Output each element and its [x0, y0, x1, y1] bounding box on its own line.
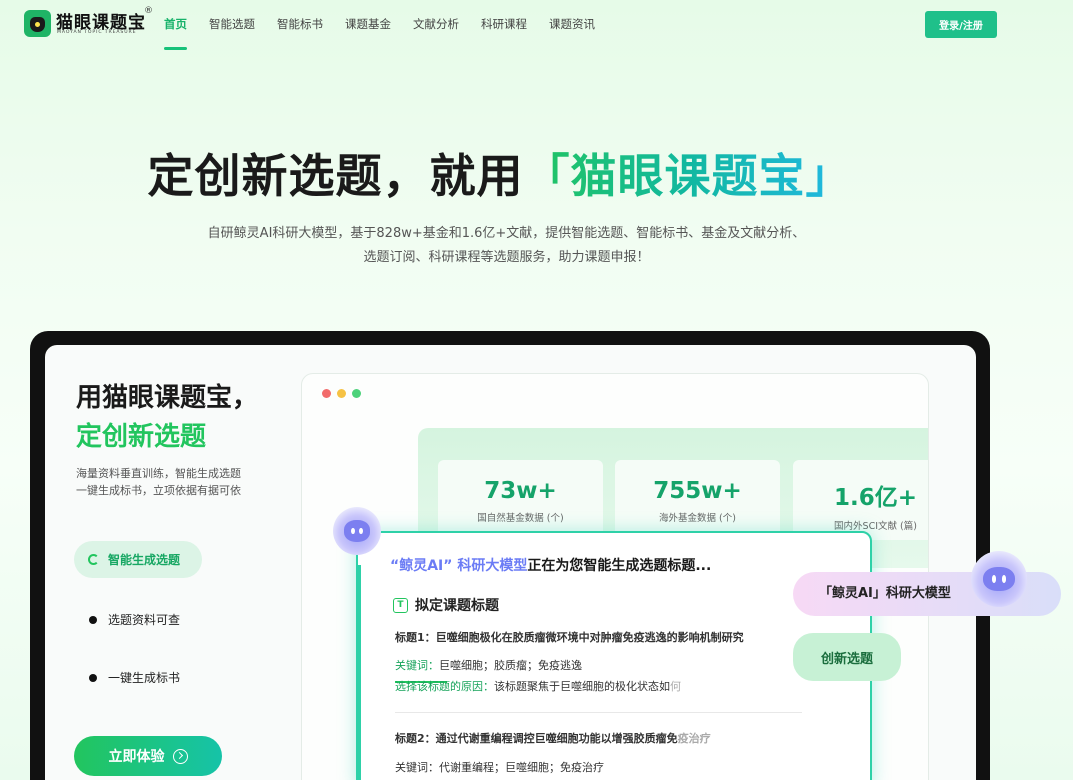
feature-label: 选题资料可查 — [108, 613, 181, 627]
topic-title-2[interactable]: 标题2：通过代谢重编程调控巨噬细胞功能以增强胶质瘤免疫治疗 — [395, 730, 711, 746]
login-button[interactable]: 登录/注册 — [925, 11, 997, 38]
panel-description: 海量资料垂直训练，智能生成选题 一键生成标书，立项依据有据可依 — [76, 465, 286, 499]
feature-label: 智能生成选题 — [108, 553, 181, 567]
nav-item-home[interactable]: 首页 — [164, 16, 187, 50]
stat-label: 国自然基金数据 (个) — [477, 513, 564, 524]
hero-title: 定创新选题，就用「猫眼课题宝」 — [0, 140, 1000, 206]
draft-title-label: 拟定课题标题 — [415, 598, 499, 614]
stat-card-nsfc: 73w+ 国自然基金数据 (个) — [438, 460, 603, 540]
topic-reason-1: 选择该标题的原因：该标题聚焦于巨噬细胞的极化状态如何 — [395, 678, 681, 694]
nav-item-smart-topic[interactable]: 智能选题 — [209, 16, 255, 32]
bullet-icon — [89, 615, 97, 624]
stat-card-overseas: 755w+ 海外基金数据 (个) — [615, 460, 780, 540]
reason-label: 选择该标题的原因： — [395, 680, 494, 693]
keywords-label: 关键词： — [395, 659, 439, 672]
logo[interactable]: 猫眼课题宝 ® MAOYAN TOPIC TREASURE — [24, 6, 156, 40]
try-now-label: 立即体验 — [108, 749, 165, 765]
ai-robot-icon — [971, 551, 1027, 607]
keywords-value: 代谢重编程；巨噬细胞；免疫治疗 — [439, 761, 604, 774]
feature-topic-materials[interactable]: 选题资料可查 — [89, 611, 180, 628]
hero-description: 自研鲸灵AI科研大模型，基于828w+基金和1.6亿+文献，提供智能选题、智能标… — [140, 222, 873, 270]
topic-keywords-2: 关键词：代谢重编程；巨噬细胞；免疫治疗 — [395, 759, 604, 775]
innovative-topic-chip: 创新选题 — [793, 633, 901, 681]
draft-title-heading: T 拟定课题标题 — [393, 595, 499, 615]
reason-value: 该标题聚焦于巨噬细胞的极化状态如 — [494, 680, 670, 693]
panel-title: 用猫眼课题宝， — [76, 383, 259, 413]
topic-title-2-text: 标题2：通过代谢重编程调控巨噬细胞功能以增强胶质瘤免 — [395, 732, 678, 745]
keywords-label: 关键词： — [395, 761, 439, 774]
cat-logo-icon — [24, 10, 51, 37]
window-controls — [322, 389, 367, 398]
stat-label: 海外基金数据 (个) — [659, 513, 736, 524]
stat-label: 国内外SCI文献 (篇) — [834, 521, 917, 532]
hero-desc-line2: 选题订阅、科研课程等选题服务，助力课题申报！ — [363, 250, 650, 265]
minimize-dot-icon — [337, 389, 346, 398]
hero-desc-line1: 自研鲸灵AI科研大模型，基于828w+基金和1.6亿+文献，提供智能选题、智能标… — [207, 226, 806, 241]
text-box-icon: T — [393, 597, 408, 613]
nav-item-smart-proposal[interactable]: 智能标书 — [277, 16, 323, 32]
generation-status: 正在为您智能生成选题标题... — [527, 558, 712, 574]
hero-title-brand: 「猫眼课题宝」 — [523, 149, 853, 203]
loading-ring-icon — [88, 554, 99, 565]
stat-card-sci: 1.6亿+ 国内外SCI文献 (篇) — [793, 460, 928, 540]
logo-subtitle: MAOYAN TOPIC TREASURE — [57, 30, 137, 35]
generation-heading: “鲸灵AI” 科研大模型正在为您智能生成选题标题... — [390, 555, 711, 575]
top-nav: 猫眼课题宝 ® MAOYAN TOPIC TREASURE 首页 智能选题 智能… — [0, 0, 1073, 52]
nav-item-courses[interactable]: 科研课程 — [481, 16, 527, 32]
topic-keywords-1: 关键词：巨噬细胞；胶质瘤；免疫逃逸 — [395, 657, 582, 673]
model-name: “鲸灵AI” 科研大模型 — [390, 558, 528, 574]
stat-number: 755w+ — [653, 478, 742, 504]
feature-smart-topic[interactable]: 智能生成选题 — [74, 541, 202, 578]
card-accent-bar — [358, 565, 361, 780]
panel-desc-line2: 一键生成标书，立项依据有据可依 — [76, 484, 241, 497]
ai-robot-icon — [333, 507, 381, 555]
nav-item-news[interactable]: 课题资讯 — [549, 16, 595, 32]
bullet-icon — [89, 673, 97, 682]
arrow-circle-icon — [172, 748, 188, 764]
panel-subtitle: 定创新选题 — [76, 422, 207, 452]
nav-item-literature[interactable]: 文献分析 — [413, 16, 459, 32]
maximize-dot-icon — [352, 389, 361, 398]
stat-number: 1.6亿+ — [833, 485, 917, 511]
stat-number: 73w+ — [484, 478, 557, 504]
panel-desc-line1: 海量资料垂直训练，智能生成选题 — [76, 467, 241, 480]
close-dot-icon — [322, 389, 331, 398]
nav-menu: 首页 智能选题 智能标书 课题基金 文献分析 科研课程 课题资讯 — [164, 16, 617, 50]
try-now-button[interactable]: 立即体验 — [74, 736, 222, 776]
registered-mark: ® — [144, 6, 153, 16]
feature-one-click-proposal[interactable]: 一键生成标书 — [89, 669, 180, 686]
keywords-value: 巨噬细胞；胶质瘤；免疫逃逸 — [439, 659, 582, 672]
feature-label: 一键生成标书 — [108, 671, 181, 685]
topic-title-2-fade: 疫治疗 — [677, 732, 711, 745]
divider — [395, 712, 802, 713]
nav-item-fund[interactable]: 课题基金 — [345, 16, 391, 32]
hero-title-prefix: 定创新选题，就用 — [147, 149, 524, 203]
topic-title-1[interactable]: 标题1：巨噬细胞极化在胶质瘤微环境中对肿瘤免疫逃逸的影响机制研究 — [395, 629, 744, 645]
reason-fade: 何 — [670, 680, 681, 693]
